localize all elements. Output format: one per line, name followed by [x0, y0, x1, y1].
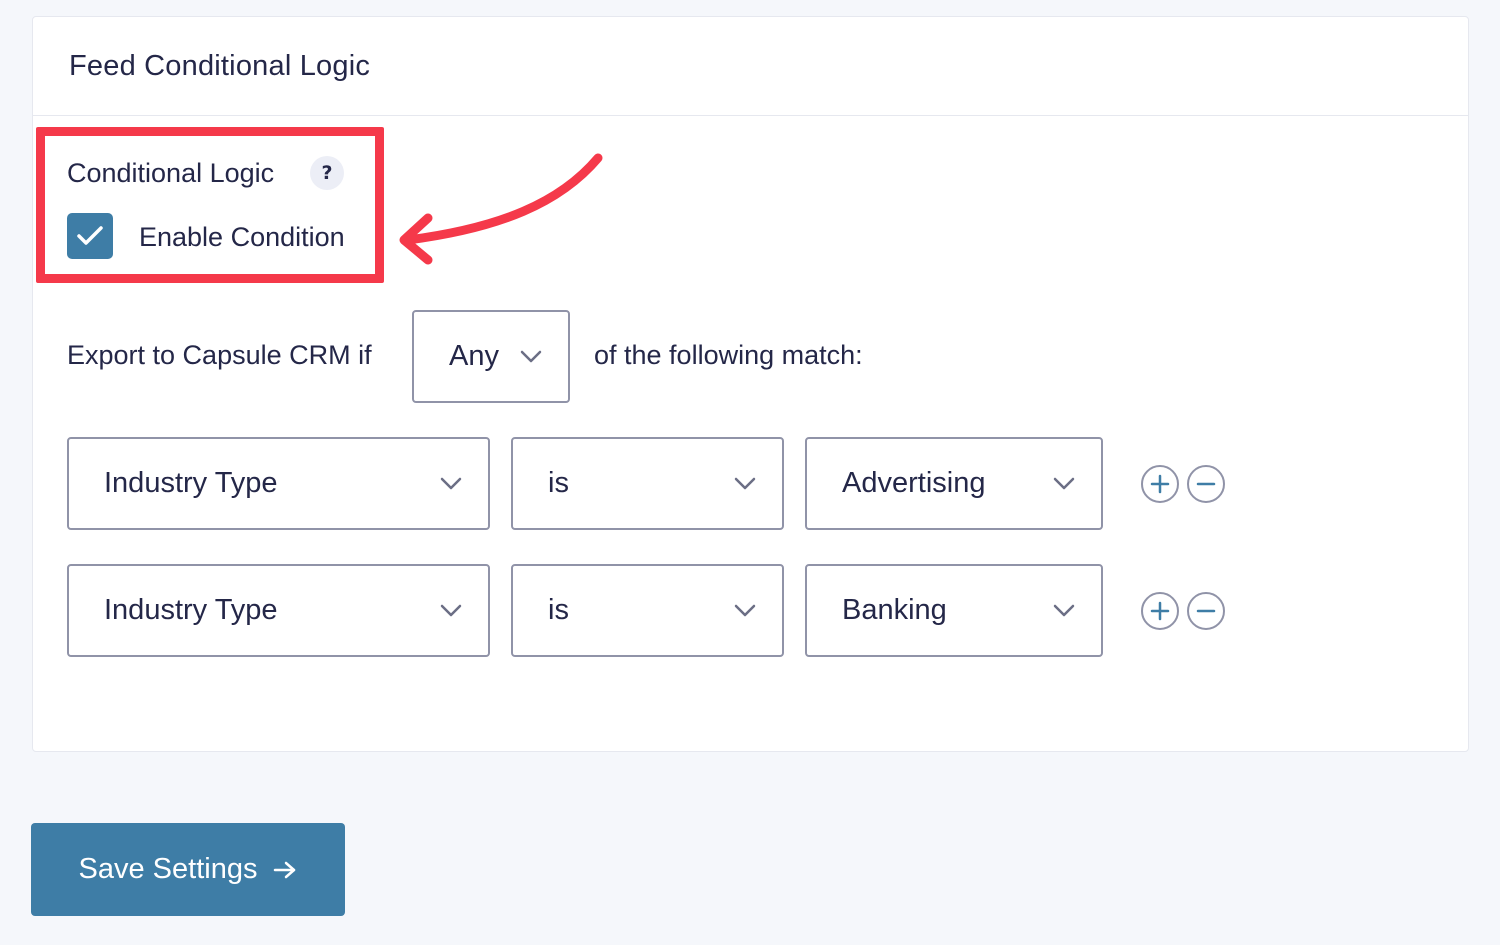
- rule-operator-select[interactable]: is: [511, 437, 784, 530]
- conditional-logic-label: Conditional Logic: [67, 158, 275, 188]
- add-rule-button[interactable]: [1141, 592, 1179, 630]
- rule-operator-value: is: [548, 467, 569, 499]
- chevron-down-icon: [734, 604, 756, 617]
- chevron-down-icon: [440, 477, 462, 490]
- save-settings-button[interactable]: Save Settings: [31, 823, 345, 916]
- match-type-select[interactable]: Any: [412, 310, 570, 403]
- rule-field-select[interactable]: Industry Type: [67, 437, 490, 530]
- enable-condition-checkbox[interactable]: [67, 213, 113, 259]
- chevron-down-icon: [1053, 604, 1075, 617]
- export-rule-suffix: of the following match:: [594, 340, 863, 370]
- panel-title: Feed Conditional Logic: [33, 17, 1468, 116]
- chevron-down-icon: [440, 604, 462, 617]
- rule-operator-value: is: [548, 594, 569, 626]
- save-settings-label: Save Settings: [78, 853, 258, 885]
- export-rule-prefix: Export to Capsule CRM if: [67, 340, 372, 370]
- rule-field-select[interactable]: Industry Type: [67, 564, 490, 657]
- chevron-down-icon: [734, 477, 756, 490]
- chevron-down-icon: [1053, 477, 1075, 490]
- rule-value-select[interactable]: Advertising: [805, 437, 1103, 530]
- check-icon: [77, 226, 103, 245]
- rule-field-value: Industry Type: [104, 594, 278, 626]
- rule-value-value: Advertising: [842, 467, 986, 499]
- remove-rule-button[interactable]: [1187, 592, 1225, 630]
- remove-rule-button[interactable]: [1187, 465, 1225, 503]
- plus-icon: [1150, 474, 1170, 494]
- enable-condition-label[interactable]: Enable Condition: [139, 218, 345, 256]
- rule-value-select[interactable]: Banking: [805, 564, 1103, 657]
- rule-operator-select[interactable]: is: [511, 564, 784, 657]
- curved-arrow-icon: [399, 153, 603, 265]
- minus-icon: [1196, 609, 1216, 613]
- annotation-highlight-box: [36, 127, 384, 283]
- add-rule-button[interactable]: [1141, 465, 1179, 503]
- chevron-down-icon: [520, 350, 542, 363]
- minus-icon: [1196, 482, 1216, 486]
- plus-icon: [1150, 601, 1170, 621]
- match-type-value: Any: [449, 340, 499, 372]
- arrow-right-icon: [274, 861, 296, 878]
- help-icon[interactable]: ?: [310, 156, 344, 190]
- rule-value-value: Banking: [842, 594, 947, 626]
- rule-field-value: Industry Type: [104, 467, 278, 499]
